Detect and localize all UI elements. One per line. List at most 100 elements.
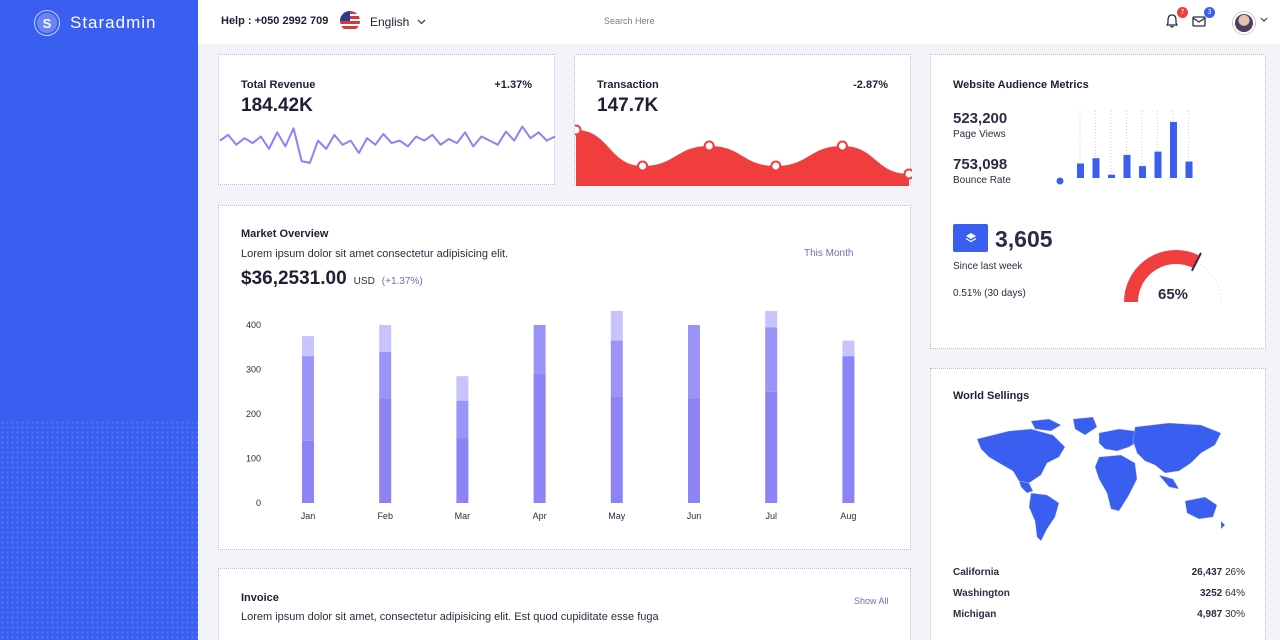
avatar[interactable] <box>1233 12 1255 34</box>
help-phone: Help : +050 2992 709 <box>221 15 329 27</box>
world-map[interactable] <box>969 417 1229 547</box>
period-select[interactable]: This Month <box>804 248 853 259</box>
state-value: 26,437 <box>1191 567 1223 578</box>
revenue-change: +1.37% <box>494 79 532 91</box>
bar-segment <box>379 325 392 352</box>
y-tick-label: 0 <box>256 498 261 508</box>
bar-segment <box>688 325 700 399</box>
state-name: California <box>953 567 1000 578</box>
market-amount-row: $36,2531.00 USD (+1.37%) <box>241 268 423 290</box>
bar-segment <box>379 398 392 503</box>
audience-bar-chart <box>1056 111 1193 185</box>
brand[interactable]: S Staradmin <box>34 10 156 36</box>
transaction-point <box>703 140 715 152</box>
y-tick-label: 100 <box>246 454 261 464</box>
market-description: Lorem ipsum dolor sit amet consectetur a… <box>241 248 509 260</box>
market-currency: USD <box>353 276 375 287</box>
revenue-title: Total Revenue <box>241 79 316 91</box>
chevron-down-icon <box>417 19 426 25</box>
transaction-value: 147.7K <box>597 95 659 116</box>
bar-segment <box>610 311 623 341</box>
gauge-value: 65% <box>1158 286 1189 303</box>
total-revenue-card: Total Revenue +1.37% 184.42K <box>218 54 556 185</box>
search-input[interactable] <box>604 16 754 26</box>
logo-icon: S <box>34 10 60 36</box>
invoice-card: Invoice Show All Lorem ipsum dolor sit a… <box>218 568 911 640</box>
x-tick-label: Mar <box>455 511 471 521</box>
messages-badge: 3 <box>1204 7 1215 18</box>
layers-icon <box>953 224 988 252</box>
world-sellings-table: California 26,437 26% Washington 3252 64… <box>953 567 1245 630</box>
market-bar-chart: 0 100 200 300 400 Jan Feb Mar Apr May Jun Jul Aug <box>246 311 856 521</box>
bar-segment <box>610 396 623 503</box>
x-tick-label: Jun <box>687 511 702 521</box>
bar-segment <box>456 400 469 439</box>
language-label: English <box>370 15 410 29</box>
state-value: 4,987 <box>1197 609 1223 620</box>
messages-button[interactable]: 3 <box>1191 7 1215 31</box>
bar-segment <box>765 311 778 328</box>
x-tick-label: Jul <box>765 511 777 521</box>
x-tick-label: Apr <box>533 511 547 521</box>
revenue-value: 184.42K <box>241 95 313 116</box>
audience-bar <box>1077 163 1084 178</box>
market-title: Market Overview <box>241 228 329 240</box>
audience-bar <box>1092 158 1100 178</box>
table-row: California 26,437 26% <box>953 567 1245 588</box>
chevron-down-icon[interactable] <box>1260 17 1268 23</box>
market-amount: $36,2531.00 <box>241 268 347 289</box>
page-views-value: 523,200 <box>953 110 1008 127</box>
x-tick-label: Jan <box>301 511 316 521</box>
bar-segment <box>302 440 314 503</box>
bar-segment <box>533 325 546 374</box>
audience-bar <box>1108 174 1115 178</box>
world-sellings-card: World Sellings California 26,437 26% Was… <box>930 368 1266 640</box>
transaction-point <box>637 160 649 172</box>
transaction-title: Transaction <box>597 79 659 91</box>
bar-segment <box>610 340 623 397</box>
sidebar: S Staradmin <box>0 0 198 640</box>
audience-bar <box>1139 166 1146 178</box>
weekly-value: 3,605 <box>995 226 1053 252</box>
invoice-title: Invoice <box>241 592 279 604</box>
show-all-link[interactable]: Show All <box>854 596 889 606</box>
table-row: Washington 3252 64% <box>953 588 1245 609</box>
market-change: (+1.37%) <box>381 276 423 287</box>
notifications-badge: 7 <box>1177 7 1188 18</box>
language-select[interactable]: English <box>370 15 426 29</box>
page-views-label: Page Views <box>953 129 1006 140</box>
y-tick-label: 200 <box>246 409 261 419</box>
invoice-description: Lorem ipsum dolor sit amet, consectetur … <box>241 611 659 623</box>
bar-segment <box>302 336 314 357</box>
transaction-area <box>576 130 909 186</box>
brand-name: Staradmin <box>70 13 157 32</box>
notifications-button[interactable]: 7 <box>1164 7 1188 31</box>
bar-segment <box>688 398 700 503</box>
bar-segment <box>456 376 469 401</box>
state-value: 3252 <box>1199 588 1223 599</box>
audience-bar <box>1185 161 1193 178</box>
transaction-card: Transaction -2.87% 147.7K <box>574 54 912 186</box>
topbar: Help : +050 2992 709 English 7 3 <box>198 0 1280 44</box>
transaction-point <box>770 160 782 172</box>
audience-bar <box>1154 151 1162 178</box>
bar-segment <box>765 327 778 392</box>
us-flag-icon[interactable] <box>340 11 360 31</box>
bar-segment <box>302 356 314 441</box>
transaction-point <box>575 124 582 136</box>
transaction-area-chart <box>575 124 912 186</box>
transaction-point <box>836 140 848 152</box>
audience-metrics-card: Website Audience Metrics 523,200 Page Vi… <box>930 54 1266 349</box>
x-tick-label: Feb <box>377 511 393 521</box>
transaction-point <box>903 168 912 180</box>
gauge-chart <box>1124 250 1222 303</box>
bar-segment <box>765 391 778 503</box>
state-name: Michigan <box>953 609 997 620</box>
bar-segment <box>533 373 546 503</box>
bar-segment <box>456 438 469 503</box>
state-name: Washington <box>953 588 1010 599</box>
table-row: Michigan 4,987 30% <box>953 609 1245 630</box>
y-tick-label: 400 <box>246 320 261 330</box>
revenue-line-chart <box>219 125 556 164</box>
weekly-label: Since last week <box>953 261 1023 272</box>
